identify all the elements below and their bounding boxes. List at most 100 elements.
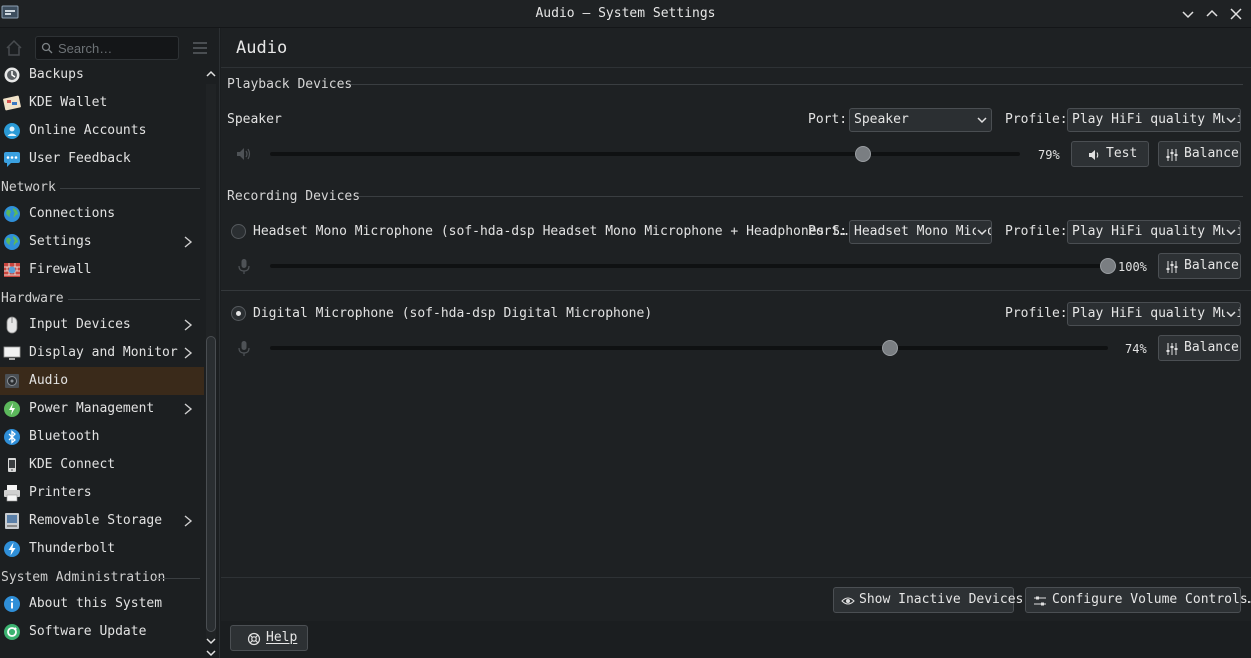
sidebar-scrollbar[interactable] bbox=[205, 66, 217, 658]
sidebar-item-label: Firewall bbox=[29, 262, 92, 277]
globe-icon bbox=[4, 234, 20, 250]
sidebar-item-label: Thunderbolt bbox=[29, 541, 116, 556]
sidebar-item-label: About this System bbox=[29, 596, 163, 611]
close-icon[interactable] bbox=[1226, 4, 1246, 24]
chevron-down-icon bbox=[1225, 226, 1237, 238]
combo-value: Headset Mono Microphone bbox=[854, 224, 991, 239]
microphone-icon[interactable] bbox=[235, 339, 253, 357]
recording-profile-select[interactable]: Play HiFi quality Music bbox=[1067, 220, 1241, 244]
mouse-icon bbox=[6, 316, 18, 334]
page-title: Audio bbox=[236, 38, 288, 58]
balance-icon bbox=[1166, 261, 1178, 273]
sidebar-item-audio[interactable]: Audio bbox=[0, 367, 204, 395]
recording-port-select[interactable]: Headset Mono Microphone bbox=[849, 220, 992, 244]
sidebar-item-software-update[interactable]: Software Update bbox=[0, 618, 204, 646]
bottom-bar: Help bbox=[221, 621, 1251, 658]
scroll-up-icon[interactable] bbox=[205, 68, 217, 80]
sidebar-item-input-devices[interactable]: Input Devices bbox=[0, 311, 204, 339]
profile-label: Profile: bbox=[1005, 224, 1068, 239]
sidebar-item-display-monitor[interactable]: Display and Monitor bbox=[0, 339, 204, 367]
sidebar-item-printers[interactable]: Printers bbox=[0, 479, 204, 507]
scroll-down-icon[interactable] bbox=[205, 636, 217, 658]
button-label: Balance bbox=[1184, 340, 1239, 355]
sidebar-item-network-settings[interactable]: Settings bbox=[0, 228, 204, 256]
playback-port-select[interactable]: Speaker bbox=[849, 108, 992, 132]
microphone-icon[interactable] bbox=[235, 257, 253, 275]
playback-volume-slider[interactable] bbox=[270, 146, 1020, 162]
configure-volume-controls-button[interactable]: Configure Volume Controls… bbox=[1025, 587, 1251, 613]
printer-icon bbox=[4, 485, 20, 502]
default-device-radio-checked[interactable] bbox=[231, 306, 246, 321]
recording-volume-percent: 100% bbox=[1118, 260, 1147, 274]
sidebar-item-power-management[interactable]: Power Management bbox=[0, 395, 204, 423]
header-separator bbox=[221, 67, 1251, 68]
sidebar-item-removable-storage[interactable]: Removable Storage bbox=[0, 507, 204, 535]
hamburger-menu-icon[interactable] bbox=[192, 41, 208, 55]
search-input[interactable] bbox=[35, 36, 179, 60]
sidebar-item-about-system[interactable]: About this System bbox=[0, 590, 204, 618]
sidebar-item-kde-connect[interactable]: KDE Connect bbox=[0, 451, 204, 479]
sidebar-item-user-feedback[interactable]: User Feedback bbox=[0, 145, 204, 173]
sidebar-item-label: Removable Storage bbox=[29, 513, 163, 528]
online-accounts-icon bbox=[4, 123, 20, 139]
recording-profile-select[interactable]: Play HiFi quality Music bbox=[1067, 302, 1241, 326]
sidebar-item-label: Display and Monitor bbox=[29, 345, 178, 360]
bluetooth-icon bbox=[4, 429, 20, 445]
sidebar-item-label: Settings bbox=[29, 234, 92, 249]
thunderbolt-icon bbox=[4, 541, 20, 557]
home-icon[interactable] bbox=[4, 38, 24, 58]
maximize-icon[interactable] bbox=[1202, 4, 1222, 24]
sidebar-item-label: Power Management bbox=[29, 401, 155, 416]
search-icon bbox=[41, 42, 53, 54]
button-label: Configure Volume Controls… bbox=[1052, 592, 1251, 607]
port-label: Port: bbox=[808, 112, 848, 127]
balance-icon bbox=[1166, 149, 1178, 161]
chevron-down-icon bbox=[976, 226, 988, 238]
recording-device-name: Digital Microphone (sof-hda-dsp Digital … bbox=[253, 306, 653, 321]
combo-value: Speaker bbox=[854, 112, 909, 127]
sidebar-item-thunderbolt[interactable]: Thunderbolt bbox=[0, 535, 204, 563]
recording-balance-button[interactable]: Balance bbox=[1158, 335, 1241, 361]
window-title: Audio — System Settings bbox=[535, 6, 716, 21]
show-inactive-devices-button[interactable]: Show Inactive Devices bbox=[833, 587, 1023, 613]
help-button[interactable]: Help bbox=[230, 625, 308, 651]
section-line bbox=[359, 196, 1243, 197]
sidebar-item-online-accounts[interactable]: Online Accounts bbox=[0, 117, 204, 145]
sidebar-header-line bbox=[60, 188, 200, 189]
sidebar: Backups KDE Wallet Online Accounts User … bbox=[0, 28, 220, 658]
test-button[interactable]: Test bbox=[1071, 141, 1149, 167]
slider-handle[interactable] bbox=[882, 340, 899, 356]
slider-handle[interactable] bbox=[854, 146, 871, 162]
sidebar-item-bluetooth[interactable]: Bluetooth bbox=[0, 423, 204, 451]
recording-volume-slider[interactable] bbox=[270, 340, 1108, 356]
playback-profile-select[interactable]: Play HiFi quality Music bbox=[1067, 108, 1241, 132]
scroll-thumb[interactable] bbox=[206, 336, 216, 632]
chevron-right-icon bbox=[184, 515, 193, 527]
eye-icon bbox=[841, 597, 855, 605]
sidebar-item-backups[interactable]: Backups bbox=[0, 61, 204, 89]
sidebar-header-line bbox=[156, 578, 200, 579]
sidebar-item-label: Connections bbox=[29, 206, 116, 221]
sidebar-item-connections[interactable]: Connections bbox=[0, 200, 204, 228]
combo-value: Play HiFi quality Music bbox=[1072, 112, 1240, 127]
sidebar-item-label: Online Accounts bbox=[29, 123, 147, 138]
sidebar-item-kde-wallet[interactable]: KDE Wallet bbox=[0, 89, 204, 117]
wallet-icon bbox=[3, 95, 21, 111]
slider-track bbox=[270, 264, 1108, 268]
default-device-radio[interactable] bbox=[231, 224, 246, 239]
button-label: Help bbox=[266, 630, 298, 645]
speaker-volume-icon[interactable] bbox=[235, 145, 253, 163]
section-line bbox=[351, 84, 1243, 85]
recording-volume-slider[interactable] bbox=[270, 258, 1116, 274]
playback-balance-button[interactable]: Balance bbox=[1158, 141, 1241, 167]
recording-balance-button[interactable]: Balance bbox=[1158, 253, 1241, 279]
sidebar-item-firewall[interactable]: Firewall bbox=[0, 256, 204, 284]
minimize-icon[interactable] bbox=[1178, 4, 1198, 24]
slider-track bbox=[270, 152, 1020, 156]
sidebar-header-line bbox=[68, 299, 200, 300]
power-icon bbox=[4, 401, 20, 417]
sidebar-item-label: Input Devices bbox=[29, 317, 131, 332]
slider-handle[interactable] bbox=[1100, 258, 1116, 274]
playback-volume-percent: 79% bbox=[1038, 148, 1060, 162]
sidebar-item-label: KDE Connect bbox=[29, 457, 116, 472]
